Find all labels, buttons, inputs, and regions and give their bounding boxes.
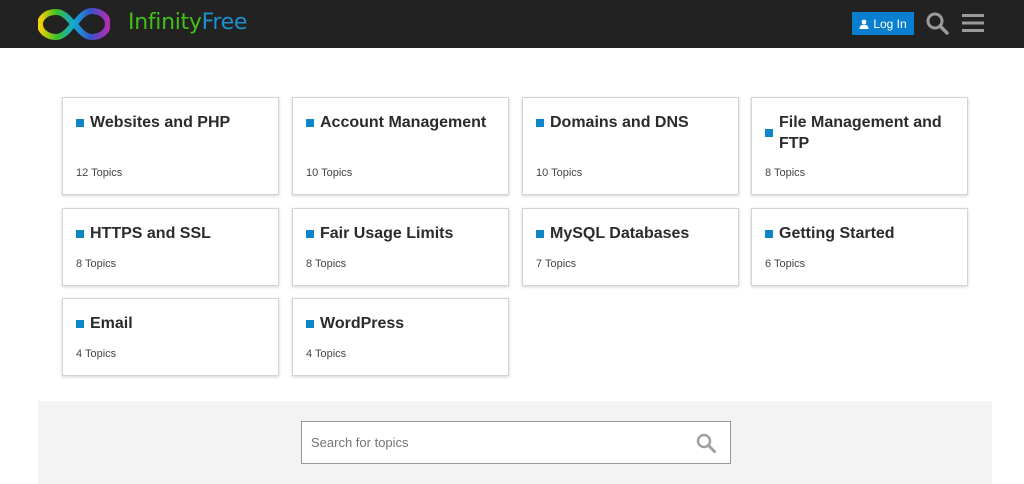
category-title: Domains and DNS bbox=[536, 112, 720, 133]
category-title: File Management and FTP bbox=[765, 112, 949, 154]
category-title-text: Getting Started bbox=[779, 225, 895, 242]
category-title: Email bbox=[76, 313, 260, 334]
category-card-https-and-ssl[interactable]: HTTPS and SSL 8 Topics bbox=[62, 208, 279, 286]
category-color-square bbox=[536, 229, 544, 238]
login-button[interactable]: Log In bbox=[852, 12, 914, 35]
login-button-label: Log In bbox=[873, 16, 907, 31]
category-topic-count: 10 Topics bbox=[536, 167, 583, 179]
category-color-square bbox=[765, 129, 773, 137]
category-title-text: File Management and FTP bbox=[779, 114, 942, 152]
category-topic-count: 7 Topics bbox=[536, 258, 577, 270]
category-card-fair-usage-limits[interactable]: Fair Usage Limits 8 Topics bbox=[292, 208, 509, 286]
category-title-text: WordPress bbox=[320, 315, 405, 332]
category-card-websites-and-php[interactable]: Websites and PHP 12 Topics bbox=[62, 97, 279, 195]
category-color-square bbox=[76, 229, 84, 238]
user-icon bbox=[859, 19, 869, 29]
category-title: WordPress bbox=[306, 313, 490, 334]
brand-name[interactable]: InfinityFree bbox=[128, 10, 247, 36]
category-color-square bbox=[76, 319, 84, 328]
category-card-email[interactable]: Email 4 Topics bbox=[62, 298, 279, 376]
category-title: Getting Started bbox=[765, 223, 949, 244]
category-topic-count: 12 Topics bbox=[76, 167, 123, 179]
infinity-logo-icon[interactable] bbox=[38, 4, 110, 44]
topic-search-box bbox=[301, 421, 731, 464]
category-color-square bbox=[536, 118, 544, 127]
category-card-file-management-and-ftp[interactable]: File Management and FTP 8 Topics bbox=[751, 97, 968, 195]
category-title: Account Management bbox=[306, 112, 490, 133]
category-card-domains-and-dns[interactable]: Domains and DNS 10 Topics bbox=[522, 97, 739, 195]
search-icon[interactable] bbox=[696, 433, 716, 453]
category-title-text: HTTPS and SSL bbox=[90, 225, 211, 242]
category-color-square bbox=[306, 118, 314, 127]
category-title: Fair Usage Limits bbox=[306, 223, 490, 244]
brand-name-part1: Infinity bbox=[128, 10, 202, 35]
category-color-square bbox=[306, 229, 314, 238]
category-card-mysql-databases[interactable]: MySQL Databases 7 Topics bbox=[522, 208, 739, 286]
search-icon[interactable] bbox=[925, 11, 949, 35]
hamburger-menu-icon[interactable] bbox=[962, 13, 984, 33]
category-card-wordpress[interactable]: WordPress 4 Topics bbox=[292, 298, 509, 376]
category-title-text: Websites and PHP bbox=[90, 114, 231, 131]
category-topic-count: 8 Topics bbox=[306, 258, 347, 270]
category-title-text: Fair Usage Limits bbox=[320, 225, 454, 242]
category-topic-count: 4 Topics bbox=[76, 348, 117, 360]
category-card-account-management[interactable]: Account Management 10 Topics bbox=[292, 97, 509, 195]
category-color-square bbox=[765, 229, 773, 238]
category-topic-count: 10 Topics bbox=[306, 167, 353, 179]
category-topic-count: 6 Topics bbox=[765, 258, 806, 270]
category-title-text: Account Management bbox=[320, 114, 487, 131]
category-title-text: Domains and DNS bbox=[550, 114, 689, 131]
site-header: InfinityFree Log In bbox=[0, 0, 1024, 48]
category-topic-count: 8 Topics bbox=[765, 167, 806, 179]
category-title: Websites and PHP bbox=[76, 112, 260, 133]
category-color-square bbox=[76, 118, 84, 127]
brand-name-part2: Free bbox=[201, 10, 248, 35]
topic-search-panel bbox=[38, 401, 992, 484]
category-title: HTTPS and SSL bbox=[76, 223, 260, 244]
category-topic-count: 8 Topics bbox=[76, 258, 117, 270]
category-title: MySQL Databases bbox=[536, 223, 720, 244]
category-card-getting-started[interactable]: Getting Started 6 Topics bbox=[751, 208, 968, 286]
topic-search-input[interactable] bbox=[302, 422, 682, 463]
category-title-text: MySQL Databases bbox=[550, 225, 690, 242]
category-topic-count: 4 Topics bbox=[306, 348, 347, 360]
category-title-text: Email bbox=[90, 315, 133, 332]
category-color-square bbox=[306, 319, 314, 328]
